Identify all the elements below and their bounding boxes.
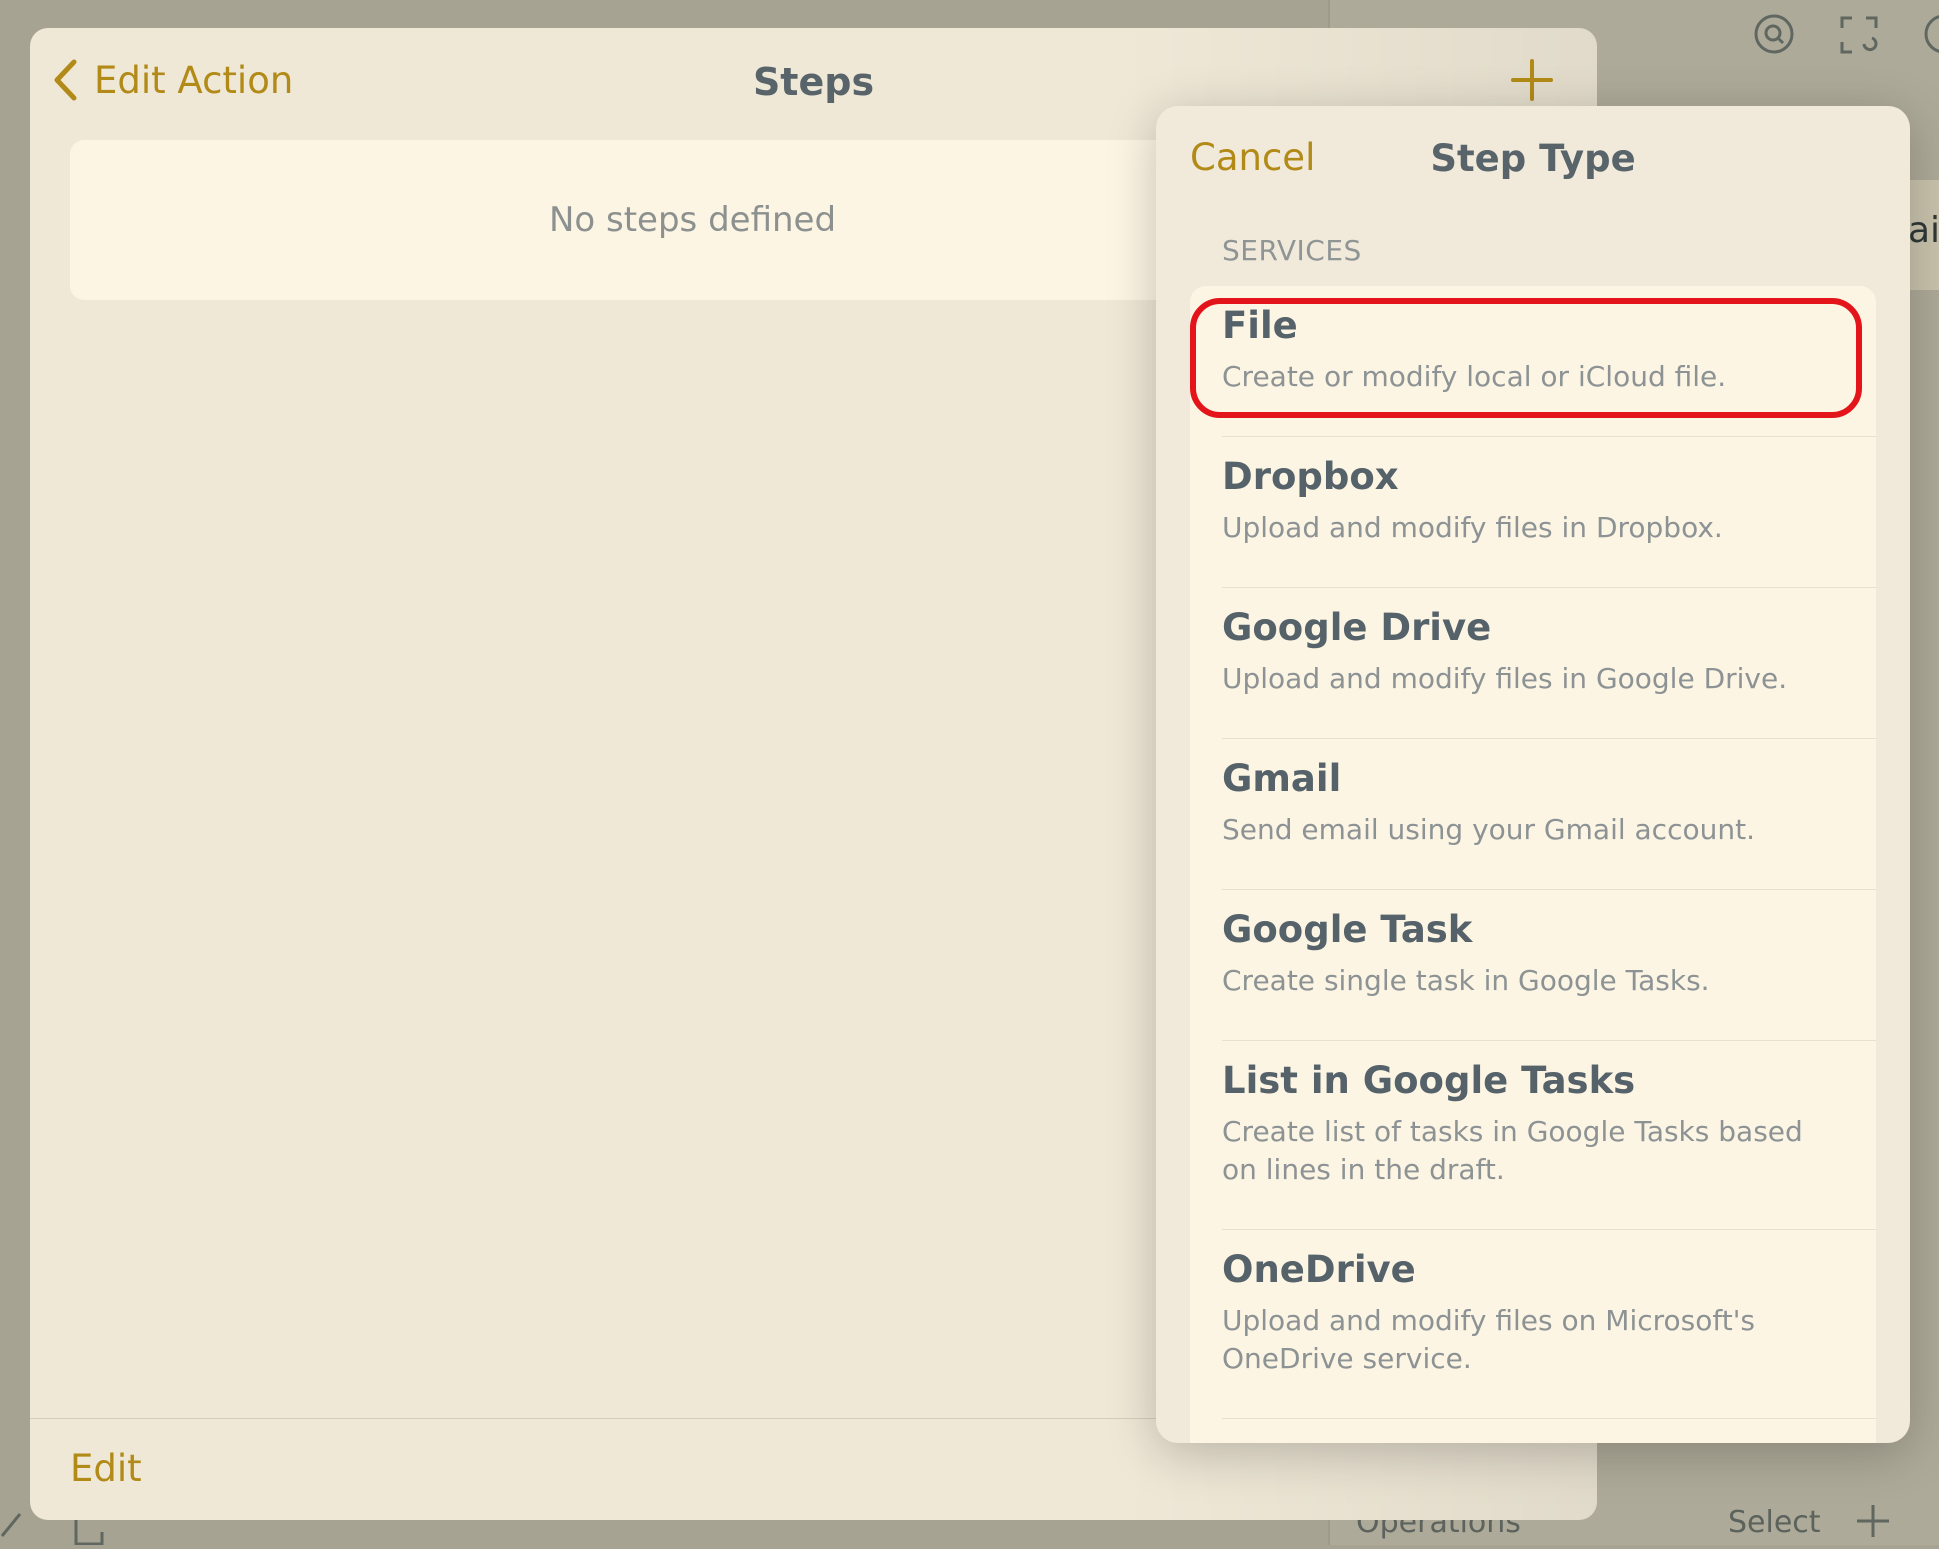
list-item-gmail[interactable]: Gmail Send email using your Gmail accoun… <box>1190 739 1876 890</box>
empty-message: No steps defined <box>548 200 837 240</box>
item-title: File <box>1222 304 1298 347</box>
list-item-file[interactable]: File Create or modify local or iCloud fi… <box>1190 286 1876 437</box>
link-icon <box>0 1508 24 1542</box>
list-item-google-task[interactable]: Google Task Create single task in Google… <box>1190 890 1876 1041</box>
background-select-button: Select <box>1728 1505 1821 1540</box>
item-description: Upload and modify files in Dropbox. <box>1222 511 1723 544</box>
item-title: Gmail <box>1222 757 1342 800</box>
edit-button[interactable]: Edit <box>70 1447 142 1490</box>
plus-icon <box>1855 1503 1891 1543</box>
list-item-google-drive[interactable]: Google Drive Upload and modify files in … <box>1190 588 1876 739</box>
step-type-popover: Cancel Step Type SERVICES File Create or… <box>1156 106 1910 1443</box>
popover-title: Step Type <box>1430 137 1636 180</box>
item-description: Upload and modify files on Microsoft's O… <box>1222 1304 1755 1375</box>
section-header-services: SERVICES <box>1222 234 1362 267</box>
background-partial-text: ai <box>1908 210 1939 251</box>
item-title: Google Task <box>1222 908 1473 951</box>
add-step-button[interactable] <box>1510 58 1554 106</box>
list-item-list-in-google-tasks[interactable]: List in Google Tasks Create list of task… <box>1190 1041 1876 1230</box>
list-item-dropbox[interactable]: Dropbox Upload and modify files in Dropb… <box>1190 437 1876 588</box>
item-title: Google Drive <box>1222 606 1492 649</box>
item-description: Create single task in Google Tasks. <box>1222 964 1710 997</box>
plus-icon <box>1511 59 1553 101</box>
item-title: OneDrive <box>1222 1248 1416 1291</box>
more-icon <box>1922 12 1939 60</box>
item-description: Create list of tasks in Google Tasks bas… <box>1222 1115 1803 1186</box>
item-description: Upload and modify files in Google Drive. <box>1222 662 1788 695</box>
item-title: Dropbox <box>1222 455 1399 498</box>
item-description: Send email using your Gmail account. <box>1222 813 1755 846</box>
divider <box>1222 1417 1876 1419</box>
step-type-list[interactable]: File Create or modify local or iCloud fi… <box>1190 286 1876 1443</box>
page-title: Steps <box>752 60 875 104</box>
item-description: Create or modify local or iCloud file. <box>1222 360 1727 393</box>
list-item-onedrive[interactable]: OneDrive Upload and modify files on Micr… <box>1190 1230 1876 1419</box>
resize-icon <box>1838 14 1880 60</box>
item-title: List in Google Tasks <box>1222 1059 1636 1102</box>
search-icon <box>1752 12 1796 60</box>
